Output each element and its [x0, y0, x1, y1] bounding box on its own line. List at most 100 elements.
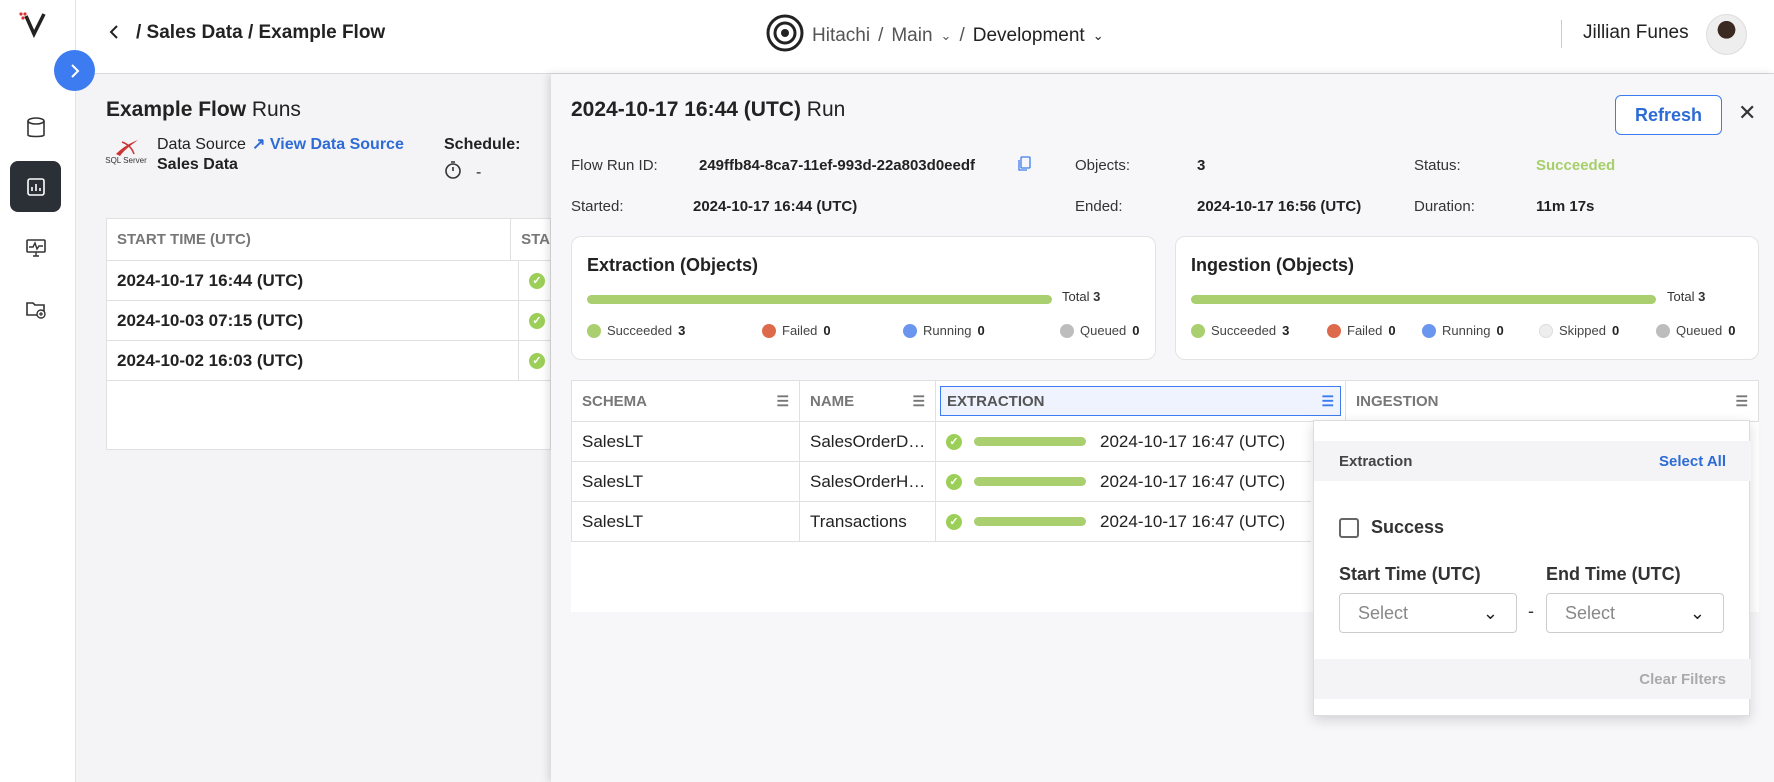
- start-time-select[interactable]: Select ⌄: [1339, 593, 1517, 633]
- success-check-icon: ✓: [946, 433, 962, 450]
- failed-dot-icon: [762, 323, 776, 338]
- status-badge: Succeeded: [1536, 157, 1616, 174]
- legend-failed: Failed 0: [1327, 323, 1422, 338]
- started-label: Started:: [571, 198, 624, 215]
- column-header-start-time[interactable]: START TIME (UTC): [107, 219, 512, 260]
- ingestion-title: Ingestion (Objects): [1191, 255, 1355, 275]
- user-name[interactable]: Jillian Funes: [1583, 22, 1689, 44]
- running-dot-icon: [1422, 323, 1436, 338]
- objects-label: Objects:: [1075, 157, 1131, 174]
- ended-label: Ended:: [1075, 198, 1123, 215]
- extraction-cell: ✓ 2024-10-17 16:47 (UTC): [936, 422, 1285, 461]
- range-dash: -: [1528, 601, 1534, 621]
- success-checkbox[interactable]: [1339, 518, 1359, 538]
- legend-failed: Failed 0: [762, 323, 903, 338]
- project-selector[interactable]: Hitachi / Main ⌄ / Development ⌄: [766, 14, 1104, 58]
- queued-dot-icon: [1656, 323, 1670, 338]
- branch-name[interactable]: Main: [891, 25, 932, 47]
- chart-report-icon[interactable]: [10, 161, 61, 212]
- close-icon[interactable]: ✕: [1738, 100, 1756, 126]
- legend-succeeded: Succeeded 3: [587, 323, 762, 338]
- filter-footer: Clear Filters: [1314, 659, 1751, 699]
- chevron-down-icon[interactable]: ⌄: [1093, 28, 1104, 44]
- column-header-schema[interactable]: SCHEMA ☰: [572, 381, 800, 421]
- extraction-mini-bar: [974, 437, 1086, 446]
- success-option-label[interactable]: Success: [1371, 517, 1444, 538]
- skipped-dot-icon: [1539, 323, 1553, 338]
- filter-header: Extraction Select All: [1314, 441, 1751, 481]
- breadcrumb[interactable]: / Sales Data / Example Flow: [136, 22, 385, 44]
- extraction-mini-bar: [974, 477, 1086, 486]
- avatar[interactable]: [1706, 14, 1747, 55]
- succeeded-dot-icon: [587, 323, 601, 338]
- back-chevron-icon[interactable]: [108, 24, 120, 45]
- column-header-extraction[interactable]: EXTRACTION ☰: [936, 381, 1346, 421]
- refresh-button[interactable]: Refresh: [1615, 95, 1722, 135]
- running-dot-icon: [903, 323, 917, 338]
- app-logo-icon[interactable]: [18, 10, 48, 39]
- ingestion-progress-bar: [1191, 295, 1656, 304]
- view-data-source-link[interactable]: ↗ View Data Source: [252, 134, 404, 154]
- table-row[interactable]: SalesLT SalesOrderD… ✓ 2024-10-17 16:47 (…: [571, 422, 1311, 462]
- legend-running: Running 0: [903, 323, 1060, 338]
- monitor-icon[interactable]: [10, 222, 61, 273]
- schema-cell: SalesLT: [572, 462, 800, 501]
- objects-count: 3: [1197, 157, 1206, 174]
- table-row[interactable]: 2024-10-02 16:03 (UTC) ✓: [107, 341, 550, 381]
- add-folder-icon[interactable]: [10, 283, 61, 334]
- table-row[interactable]: 2024-10-03 07:15 (UTC) ✓: [107, 301, 550, 341]
- ingestion-legend: Succeeded 3 Failed 0 Running 0 Skipped 0 Que…: [1191, 323, 1736, 338]
- success-check-icon: ✓: [529, 272, 545, 289]
- database-icon[interactable]: [10, 102, 61, 153]
- schema-cell: SalesLT: [572, 502, 800, 541]
- column-header-ingestion[interactable]: INGESTION ☰: [1346, 381, 1758, 421]
- extraction-card: Extraction (Objects) Total 3 Succeeded 3 …: [571, 236, 1156, 360]
- start-time-cell: 2024-10-03 07:15 (UTC): [107, 301, 519, 340]
- column-header-name[interactable]: NAME ☰: [800, 381, 936, 421]
- extraction-title: Extraction (Objects): [587, 255, 759, 275]
- separator: /: [959, 25, 965, 46]
- copy-icon[interactable]: [1017, 156, 1031, 177]
- table-row[interactable]: 2024-10-17 16:44 (UTC) ✓: [107, 261, 550, 301]
- chevron-down-icon: ⌄: [1482, 602, 1498, 623]
- failed-dot-icon: [1327, 323, 1341, 338]
- extraction-mini-bar: [974, 517, 1086, 526]
- legend-queued: Queued 0: [1656, 323, 1736, 338]
- column-header-status[interactable]: STA: [511, 219, 550, 260]
- table-header: START TIME (UTC) STA: [107, 219, 550, 261]
- table-row[interactable]: SalesLT SalesOrderH… ✓ 2024-10-17 16:47 (…: [571, 462, 1311, 502]
- queued-dot-icon: [1060, 323, 1074, 338]
- sql-server-label: SQL Server: [105, 156, 147, 165]
- stopwatch-icon: [444, 160, 462, 185]
- name-cell: SalesOrderD…: [800, 422, 936, 461]
- chevron-down-icon: ⌄: [1689, 602, 1705, 623]
- filter-icon[interactable]: ☰: [912, 393, 925, 410]
- extraction-cell: ✓ 2024-10-17 16:47 (UTC): [936, 502, 1285, 541]
- end-time-select[interactable]: Select ⌄: [1546, 593, 1724, 633]
- org-name[interactable]: Hitachi: [812, 25, 870, 47]
- chevron-down-icon[interactable]: ⌄: [941, 28, 952, 44]
- extraction-progress-bar: [587, 295, 1052, 304]
- succeeded-dot-icon: [1191, 323, 1205, 338]
- flow-run-id: 249ffb84-8ca7-11ef-993d-22a803d0eedf: [699, 157, 975, 174]
- runs-label: Runs: [251, 98, 301, 121]
- ingestion-card: Ingestion (Objects) Total 3 Succeeded 3 F…: [1175, 236, 1759, 360]
- filter-icon[interactable]: ☰: [776, 393, 789, 410]
- select-all-link[interactable]: Select All: [1659, 453, 1726, 470]
- legend-skipped: Skipped 0: [1539, 323, 1656, 338]
- clear-filters-button[interactable]: Clear Filters: [1639, 671, 1726, 688]
- success-check-icon: ✓: [529, 312, 545, 329]
- schema-cell: SalesLT: [572, 422, 800, 461]
- end-time-label: End Time (UTC): [1546, 564, 1681, 584]
- filter-icon[interactable]: ☰: [1321, 393, 1334, 410]
- filter-icon[interactable]: ☰: [1735, 393, 1748, 410]
- environment-name[interactable]: Development: [973, 25, 1085, 47]
- table-row[interactable]: SalesLT Transactions ✓ 2024-10-17 16:47 (…: [571, 502, 1311, 542]
- org-logo-icon: [766, 14, 804, 58]
- success-check-icon: ✓: [946, 513, 962, 530]
- expand-nav-button[interactable]: [54, 50, 95, 91]
- name-cell: SalesOrderH…: [800, 462, 936, 501]
- legend-succeeded: Succeeded 3: [1191, 323, 1327, 338]
- name-cell: Transactions: [800, 502, 936, 541]
- extraction-filter-popover: Extraction Select All Success Start Time…: [1313, 420, 1751, 716]
